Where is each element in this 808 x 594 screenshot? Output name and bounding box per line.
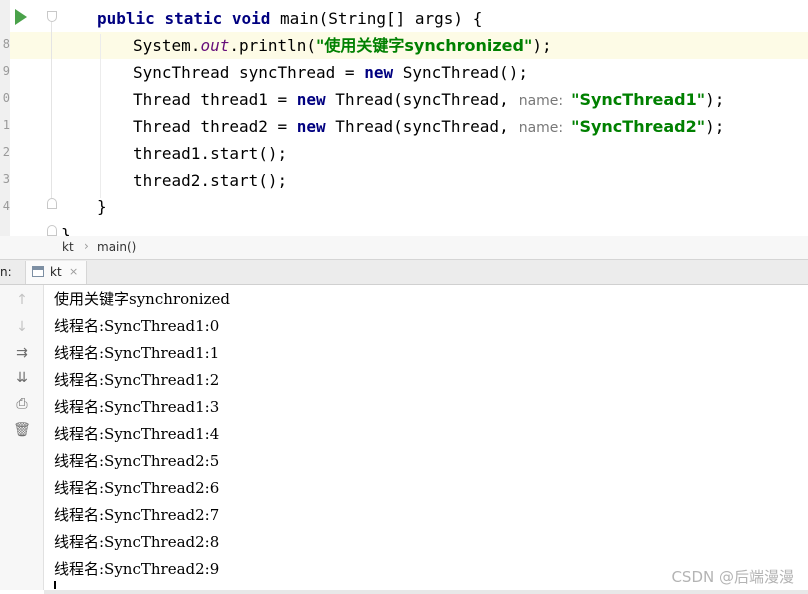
keyword: new — [296, 90, 326, 109]
fold-guide-line — [51, 22, 52, 198]
line-number: 3 — [2, 172, 10, 186]
code-text: Thread thread1 = — [133, 90, 297, 109]
console-output[interactable]: 使用关键字synchronized 线程名:SyncThread1:0 线程名:… — [44, 285, 808, 590]
line-number: 4 — [2, 199, 10, 213]
keyword: void — [231, 9, 271, 28]
run-panel-label: n: — [0, 265, 12, 279]
breadcrumb-separator: › — [84, 239, 89, 253]
text-caret — [54, 581, 56, 589]
trash-icon[interactable]: 🗑 — [12, 420, 32, 440]
code-line-println: System.out.println("使用关键字synchronized"); — [133, 32, 552, 59]
line-number: 0 — [2, 91, 10, 105]
console-line: 线程名:SyncThread1:2 — [54, 371, 220, 389]
line-number: 8 — [2, 37, 10, 51]
code-text: ); — [705, 117, 725, 136]
console-line: 线程名:SyncThread1:1 — [54, 344, 220, 362]
breadcrumb: kt › main() — [0, 236, 808, 260]
code-text: main(String[] args) { — [270, 9, 483, 28]
fold-marker-icon[interactable] — [47, 198, 57, 209]
static-field: out — [200, 36, 230, 55]
run-gutter-icon[interactable] — [15, 9, 27, 25]
console-line: 线程名:SyncThread2:7 — [54, 506, 220, 524]
console-line: 线程名:SyncThread2:8 — [54, 533, 220, 551]
scroll-up-icon[interactable]: ↑ — [12, 290, 32, 310]
watermark: CSDN @后端漫漫 — [671, 568, 794, 586]
breadcrumb-item-method[interactable]: main() — [97, 240, 136, 254]
code-line-close-class: } — [61, 225, 71, 236]
keyword: public — [97, 9, 155, 28]
string-literal: "使用关键字synchronized" — [316, 36, 533, 55]
console-line: 线程名:SyncThread2:6 — [54, 479, 220, 497]
code-line-thread1-decl: Thread thread1 = new Thread(syncThread, n… — [133, 86, 724, 113]
code-text: SyncThread syncThread = — [133, 63, 365, 82]
soft-wrap-icon[interactable]: ⇉ — [12, 343, 32, 363]
print-icon[interactable]: ⎙ — [12, 394, 32, 414]
code-text: Thread(syncThread, — [325, 117, 509, 136]
fold-marker-icon[interactable] — [47, 225, 57, 236]
code-line-close-method: } — [97, 197, 107, 216]
run-tool-window-header: n: kt × — [0, 260, 808, 285]
code-text: System. — [133, 36, 201, 55]
keyword: new — [364, 63, 394, 82]
code-line-main-signature: public static void main(String[] args) { — [97, 5, 482, 32]
parameter-hint: name: — [518, 120, 564, 136]
keyword: new — [296, 117, 326, 136]
code-text: Thread thread2 = — [133, 117, 297, 136]
code-editor[interactable]: 8 9 0 1 2 3 4 public static void main(St… — [0, 0, 808, 236]
code-text: ); — [532, 36, 552, 55]
breadcrumb-item-class[interactable]: kt — [62, 240, 74, 254]
line-number: 2 — [2, 145, 10, 159]
code-line-sync-decl: SyncThread syncThread = new SyncThread()… — [133, 59, 528, 86]
console-line: 线程名:SyncThread1:3 — [54, 398, 220, 416]
tab-close-icon[interactable]: × — [69, 265, 78, 278]
indent-guide-line — [100, 34, 101, 198]
scroll-to-end-icon[interactable]: ⇊ — [12, 368, 32, 388]
scroll-down-icon[interactable]: ↓ — [12, 317, 32, 337]
console-line: 线程名:SyncThread1:4 — [54, 425, 220, 443]
line-number-gutter: 8 9 0 1 2 3 4 — [0, 0, 10, 236]
code-text: SyncThread(); — [393, 63, 528, 82]
console-line: 使用关键字synchronized — [54, 290, 230, 308]
keyword: static — [164, 9, 223, 28]
code-text: ); — [705, 90, 725, 109]
run-tab-kt[interactable]: kt × — [25, 261, 87, 284]
string-literal: "SyncThread1" — [571, 90, 706, 109]
console-line: 线程名:SyncThread1:0 — [54, 317, 220, 335]
run-toolbar: ↑ ↓ ⇉ ⇊ ⎙ 🗑 — [0, 285, 44, 590]
line-number: 9 — [2, 64, 10, 78]
console-line: 线程名:SyncThread2:9 — [54, 560, 220, 578]
code-text: Thread(syncThread, — [325, 90, 509, 109]
code-line-start2: thread2.start(); — [133, 171, 288, 190]
console-tab-icon — [32, 266, 44, 277]
horizontal-scrollbar[interactable] — [44, 590, 808, 594]
line-number: 1 — [2, 118, 10, 132]
code-line-thread2-decl: Thread thread2 = new Thread(syncThread, n… — [133, 113, 724, 140]
string-literal: "SyncThread2" — [571, 117, 706, 136]
run-tab-label: kt — [50, 265, 62, 279]
code-text: .println( — [229, 36, 317, 55]
fold-marker-icon[interactable] — [47, 11, 57, 22]
code-line-start1: thread1.start(); — [133, 144, 288, 163]
parameter-hint: name: — [518, 93, 564, 109]
console-line: 线程名:SyncThread2:5 — [54, 452, 220, 470]
